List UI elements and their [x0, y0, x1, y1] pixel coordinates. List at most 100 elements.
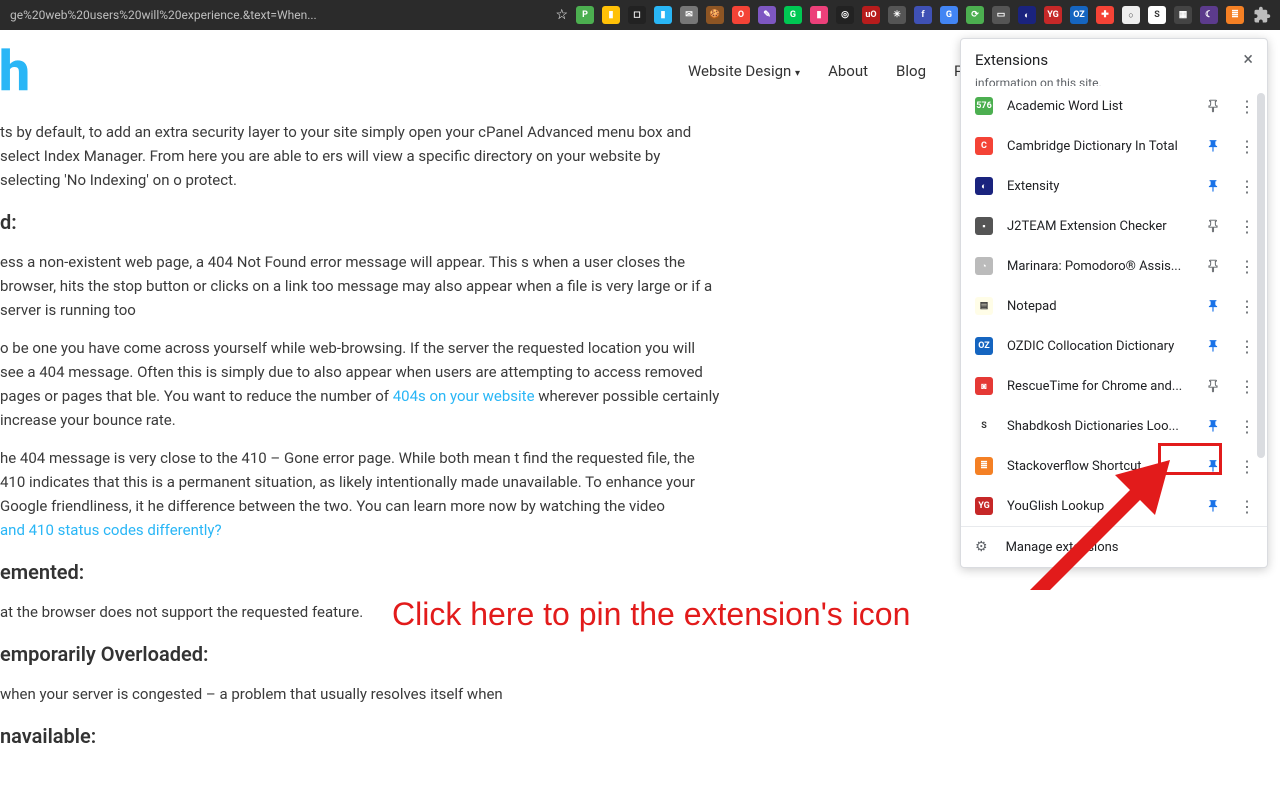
extension-icon: OZ — [975, 337, 993, 355]
article-paragraph: he 404 message is very close to the 410 … — [0, 446, 720, 542]
extensions-info-clipped: information on this site. — [961, 76, 1267, 86]
pin-icon[interactable] — [1203, 176, 1223, 196]
pin-icon[interactable] — [1203, 96, 1223, 116]
toolbar-ext-icon[interactable]: ⟳ — [966, 6, 984, 24]
more-options-icon[interactable]: ⋮ — [1237, 96, 1257, 116]
extension-name[interactable]: Notepad — [1007, 299, 1189, 314]
bookmark-star-icon[interactable]: ☆ — [547, 7, 576, 23]
link-404s[interactable]: 404s on your website — [393, 387, 535, 405]
nav-website-design[interactable]: Website Design ▾ — [688, 62, 800, 80]
extension-row: S Shabdkosh Dictionaries Loo... ⋮ — [961, 406, 1267, 446]
more-options-icon[interactable]: ⋮ — [1237, 176, 1257, 196]
extension-icon: ▤ — [975, 297, 993, 315]
extension-icon: S — [975, 417, 993, 435]
more-options-icon[interactable]: ⋮ — [1237, 256, 1257, 276]
extension-row: ◙ RescueTime for Chrome and... ⋮ — [961, 366, 1267, 406]
nav-about[interactable]: About — [828, 62, 868, 80]
logo-fragment: sh — [0, 38, 30, 104]
toolbar-ext-icon[interactable]: ☾ — [1200, 6, 1218, 24]
pin-icon[interactable] — [1203, 416, 1223, 436]
extension-row: OZ OZDIC Collocation Dictionary ⋮ — [961, 326, 1267, 366]
more-options-icon[interactable]: ⋮ — [1237, 296, 1257, 316]
pin-icon[interactable] — [1203, 296, 1223, 316]
extension-name[interactable]: Academic Word List — [1007, 99, 1189, 114]
annotation-caption: Click here to pin the extension's icon — [392, 596, 910, 633]
article-heading: navailable: — [0, 720, 720, 752]
more-options-icon[interactable]: ⋮ — [1237, 336, 1257, 356]
more-options-icon[interactable]: ⋮ — [1237, 416, 1257, 436]
article-heading: emented: — [0, 556, 720, 588]
toolbar-ext-icon[interactable]: OZ — [1070, 6, 1088, 24]
extension-icon: ▪ — [975, 217, 993, 235]
article-heading: d: — [0, 206, 720, 238]
toolbar-ext-icon[interactable]: ▭ — [992, 6, 1010, 24]
nav-blog[interactable]: Blog — [896, 62, 926, 80]
pin-icon[interactable] — [1203, 376, 1223, 396]
extension-row: ▪ J2TEAM Extension Checker ⋮ — [961, 206, 1267, 246]
toolbar-ext-icon[interactable]: ▮ — [810, 6, 828, 24]
pin-icon[interactable] — [1203, 336, 1223, 356]
toolbar-ext-icon[interactable]: S — [1148, 6, 1166, 24]
extension-row: ◐ Extensity ⋮ — [961, 166, 1267, 206]
toolbar-ext-icon[interactable]: ≣ — [1226, 6, 1244, 24]
pin-icon[interactable] — [1203, 256, 1223, 276]
gear-icon: ⚙ — [975, 539, 988, 555]
more-options-icon[interactable]: ⋮ — [1237, 496, 1257, 516]
extension-row: ◔ Marinara: Pomodoro® Assis... ⋮ — [961, 246, 1267, 286]
article-paragraph: when your server is congested – a proble… — [0, 682, 720, 706]
toolbar-ext-icon[interactable]: ✚ — [1096, 6, 1114, 24]
more-options-icon[interactable]: ⋮ — [1237, 136, 1257, 156]
extension-name[interactable]: J2TEAM Extension Checker — [1007, 219, 1189, 234]
more-options-icon[interactable]: ⋮ — [1237, 216, 1257, 236]
more-options-icon[interactable]: ⋮ — [1237, 456, 1257, 476]
toolbar-ext-icon[interactable]: ◎ — [836, 6, 854, 24]
annotation-arrow-icon — [1020, 460, 1170, 600]
toolbar-ext-icon[interactable]: f — [914, 6, 932, 24]
extension-icon: 576 — [975, 97, 993, 115]
extension-name[interactable]: Extensity — [1007, 179, 1189, 194]
toolbar-ext-icon[interactable]: ✎ — [758, 6, 776, 24]
close-icon[interactable]: × — [1243, 49, 1253, 70]
extension-row: ▤ Notepad ⋮ — [961, 286, 1267, 326]
url-fragment: ge%20web%20users%20will%20experience.&te… — [4, 8, 547, 22]
toolbar-ext-icon[interactable]: ▦ — [1174, 6, 1192, 24]
toolbar-ext-icon[interactable]: G — [784, 6, 802, 24]
toolbar-ext-icon[interactable]: O — [732, 6, 750, 24]
extension-name[interactable]: OZDIC Collocation Dictionary — [1007, 339, 1189, 354]
toolbar-ext-icon[interactable]: ▮ — [654, 6, 672, 24]
pin-icon[interactable] — [1203, 496, 1223, 516]
toolbar-ext-icon[interactable]: ○ — [1122, 6, 1140, 24]
popup-scrollbar[interactable] — [1255, 93, 1267, 527]
link-410[interactable]: and 410 status codes differently? — [0, 521, 222, 539]
extension-name[interactable]: Cambridge Dictionary In Total — [1007, 139, 1189, 154]
extension-name[interactable]: Shabdkosh Dictionaries Loo... — [1007, 419, 1189, 434]
extension-icon: ◙ — [975, 377, 993, 395]
extension-name[interactable]: Marinara: Pomodoro® Assis... — [1007, 259, 1189, 274]
extension-icon: ◐ — [975, 177, 993, 195]
toolbar-ext-icon[interactable]: ◻ — [628, 6, 646, 24]
popup-scroll-thumb[interactable] — [1257, 93, 1265, 458]
pin-icon[interactable] — [1203, 216, 1223, 236]
toolbar-ext-icon[interactable]: ◐ — [1018, 6, 1036, 24]
article-paragraph: ts by default, to add an extra security … — [0, 120, 720, 192]
more-options-icon[interactable]: ⋮ — [1237, 376, 1257, 396]
toolbar-ext-icon[interactable]: G — [940, 6, 958, 24]
toolbar-ext-icon[interactable]: ✳ — [888, 6, 906, 24]
toolbar-ext-icon[interactable]: uO — [862, 6, 880, 24]
extension-icon: ◔ — [975, 257, 993, 275]
article-paragraph: ess a non-existent web page, a 404 Not F… — [0, 250, 720, 322]
extension-name[interactable]: RescueTime for Chrome and... — [1007, 379, 1189, 394]
extensions-popup-title: Extensions — [975, 51, 1048, 69]
article-paragraph: o be one you have come across yourself w… — [0, 336, 720, 432]
toolbar-ext-icon[interactable]: ✉ — [680, 6, 698, 24]
toolbar-ext-icon[interactable]: ▮ — [602, 6, 620, 24]
extensions-puzzle-button[interactable] — [1248, 1, 1276, 29]
toolbar-ext-icon[interactable]: YG — [1044, 6, 1062, 24]
toolbar-extension-icons: P▮◻▮✉🍪O✎G▮◎uO✳fG⟳▭◐YGOZ✚○S▦☾≣ — [576, 6, 1248, 24]
extension-icon: YG — [975, 497, 993, 515]
toolbar-ext-icon[interactable]: P — [576, 6, 594, 24]
article-heading: emporarily Overloaded: — [0, 638, 720, 670]
pin-icon[interactable] — [1203, 136, 1223, 156]
toolbar-ext-icon[interactable]: 🍪 — [706, 6, 724, 24]
article-body: ts by default, to add an extra security … — [0, 120, 720, 764]
